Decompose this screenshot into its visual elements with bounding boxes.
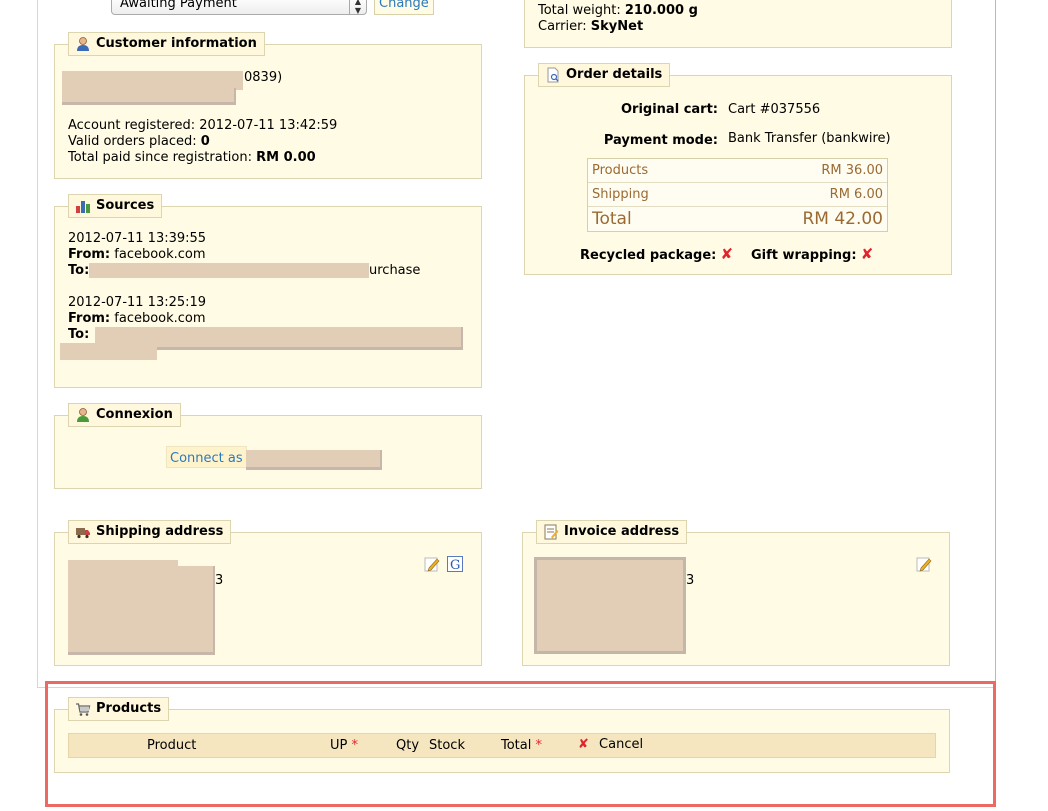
redacted-shipping-address: [68, 566, 215, 655]
total-paid-line: Total paid since registration: RM 0.00: [68, 150, 316, 166]
total-weight-label: Total weight:: [538, 3, 621, 18]
connect-as-button[interactable]: Connect as: [166, 446, 247, 468]
connexion-legend: Connexion: [68, 403, 181, 427]
gift-wrapping-label: Gift wrapping:: [751, 248, 857, 263]
source-1-date: 2012-07-11 13:39:55: [68, 231, 207, 246]
carrier-value: SkyNet: [590, 19, 644, 34]
totals-shipping-label: Shipping: [592, 187, 649, 202]
account-registered-value: 2012-07-11 13:42:59: [199, 118, 338, 133]
recycled-package-label: Recycled package:: [580, 248, 717, 263]
connect-as-label: Connect as: [170, 451, 243, 466]
source-2-to: To:: [68, 327, 89, 343]
source-2-to-label: To:: [68, 327, 90, 342]
delivery-truck-icon: [75, 524, 91, 540]
source-2-from-label: From:: [68, 311, 111, 326]
source-2-from-value: facebook.com: [114, 311, 206, 326]
connexion-title: Connexion: [96, 407, 173, 422]
redacted-source-1-url: [89, 263, 369, 278]
carrier-label: Carrier:: [538, 19, 587, 34]
carrier-line: Carrier: SkyNet: [538, 19, 643, 35]
source-1-to-tail: urchase: [369, 263, 421, 278]
totals-total-label: Total: [592, 209, 632, 229]
valid-orders-label: Valid orders placed:: [68, 134, 197, 149]
source-1-from-label: From:: [68, 247, 111, 262]
source-2-from: From: facebook.com: [68, 311, 206, 327]
totals-products-label: Products: [592, 163, 649, 178]
customer-information-legend: Customer information: [68, 32, 265, 56]
redacted-source-2-url-cont: [60, 343, 157, 360]
redacted-customer-email: [62, 88, 236, 105]
user-login-icon: [75, 407, 91, 423]
bar-chart-icon: [75, 198, 91, 214]
products-highlight-box: [45, 681, 996, 807]
order-details-title: Order details: [566, 67, 663, 82]
totals-row-total: Total RM 42.00: [588, 207, 887, 231]
totals-shipping-value: RM 6.00: [829, 187, 883, 202]
gift-wrapping-line: Gift wrapping: ✘: [751, 246, 873, 264]
shipping-summary-panel: Total weight: 210.000 g Carrier: SkyNet: [524, 0, 952, 48]
original-cart-label: Original cart:: [621, 102, 718, 117]
totals-products-value: RM 36.00: [821, 163, 883, 178]
shipping-address-legend: Shipping address: [68, 520, 232, 544]
source-2-date: 2012-07-11 13:25:19: [68, 295, 207, 310]
source-1-from: From: facebook.com: [68, 247, 206, 263]
payment-mode-value: Bank Transfer (bankwire): [728, 131, 891, 146]
svg-text:G: G: [450, 558, 460, 571]
customer-icon: [75, 36, 91, 52]
change-status-button[interactable]: Change: [374, 0, 434, 15]
total-paid-value: RM 0.00: [256, 150, 316, 165]
payment-mode-label: Payment mode:: [603, 133, 718, 148]
totals-total-value: RM 42.00: [802, 209, 883, 229]
original-cart-value[interactable]: Cart #037556: [728, 102, 820, 118]
select-arrows-icon: ▲ ▼: [349, 0, 366, 15]
valid-orders-value: 0: [200, 134, 210, 149]
total-paid-label: Total paid since registration:: [68, 150, 252, 165]
shipping-address-title: Shipping address: [96, 524, 224, 539]
account-registered-label: Account registered:: [68, 118, 196, 133]
shipping-address-digit: 3: [215, 573, 224, 588]
redacted-invoice-address: [534, 557, 686, 654]
invoice-address-digit: 3: [686, 573, 695, 588]
order-totals-table: Products RM 36.00 Shipping RM 6.00 Total…: [587, 158, 888, 232]
google-maps-icon[interactable]: G: [447, 556, 463, 573]
totals-row-shipping: Shipping RM 6.00: [588, 183, 887, 207]
customer-information-title: Customer information: [96, 36, 257, 51]
sources-legend: Sources: [68, 194, 163, 218]
order-status-select[interactable]: Awaiting Payment ▲ ▼: [111, 0, 367, 15]
source-1-to-label: To:: [68, 263, 90, 278]
account-registered-line: Account registered: 2012-07-11 13:42:59: [68, 118, 337, 134]
redacted-connect-user: [246, 450, 382, 470]
totals-row-products: Products RM 36.00: [588, 159, 887, 183]
recycled-no-icon: ✘: [720, 245, 734, 263]
total-weight-value: 210.000 g: [624, 3, 698, 18]
recycled-package-line: Recycled package: ✘: [580, 246, 733, 264]
sources-title: Sources: [96, 198, 155, 213]
order-details-legend: Order details: [538, 63, 671, 87]
total-weight-line: Total weight: 210.000 g: [538, 3, 698, 19]
edit-pencil-icon[interactable]: [916, 556, 932, 572]
valid-orders-line: Valid orders placed: 0: [68, 134, 210, 150]
gift-wrapping-no-icon: ✘: [860, 245, 874, 263]
edit-pencil-icon[interactable]: [424, 556, 440, 572]
invoice-address-legend: Invoice address: [536, 520, 688, 544]
invoice-address-title: Invoice address: [564, 524, 680, 539]
document-search-icon: [545, 67, 561, 83]
source-1-from-value: facebook.com: [114, 247, 206, 262]
source-1-to: To:: [68, 263, 89, 279]
invoice-icon: [543, 524, 559, 540]
order-status-value: Awaiting Payment: [120, 0, 237, 11]
customer-name-suffix: 0839): [244, 70, 283, 85]
